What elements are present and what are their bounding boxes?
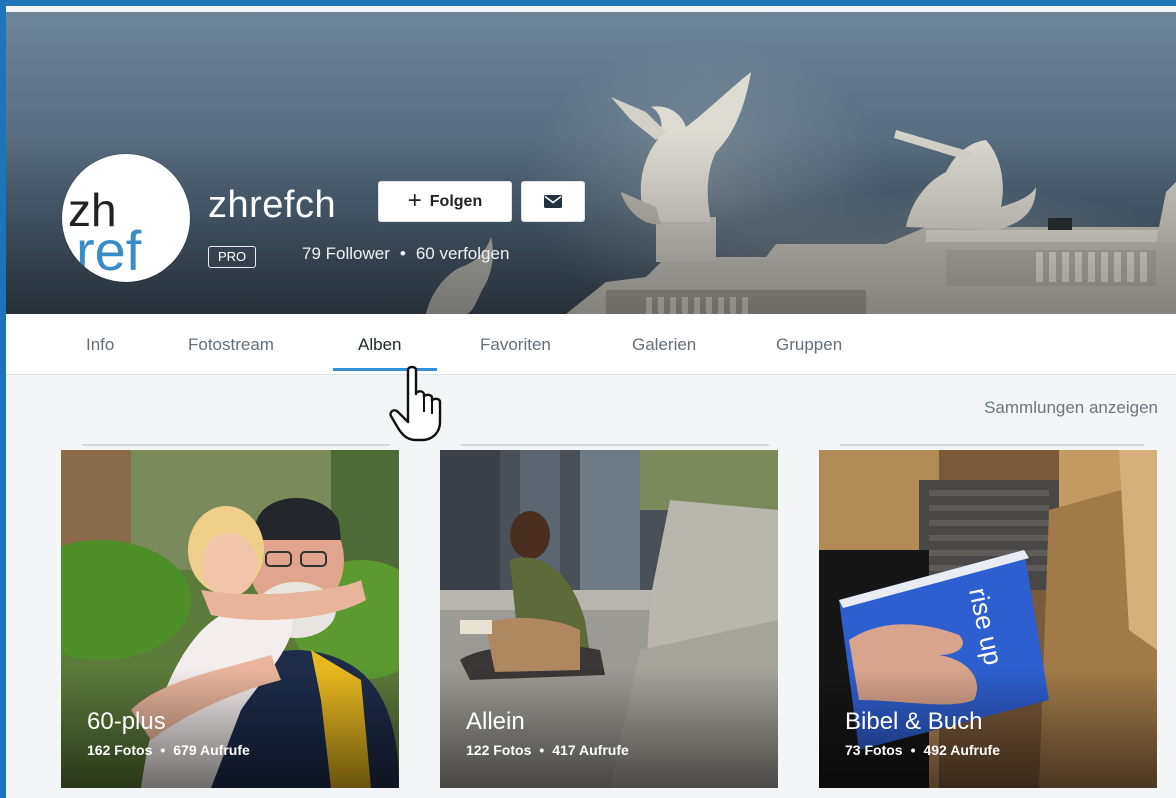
tab-favoriten[interactable]: Favoriten xyxy=(480,314,551,375)
show-collections-link[interactable]: Sammlungen anzeigen xyxy=(984,398,1158,418)
album-card-allein[interactable]: Allein 122 Fotos • 417 Aufrufe xyxy=(440,450,778,788)
message-button[interactable] xyxy=(521,181,585,222)
album-meta: 162 Fotos • 679 Aufrufe xyxy=(87,742,250,758)
album-stack-edge xyxy=(82,444,390,446)
profile-username: zhrefch xyxy=(208,184,337,226)
album-title: 60-plus xyxy=(87,708,166,735)
svg-text:ref: ref xyxy=(76,219,142,282)
tab-galerien[interactable]: Galerien xyxy=(632,314,696,375)
mail-icon xyxy=(544,195,562,208)
hand-cursor-icon xyxy=(389,365,442,442)
album-stack-edge xyxy=(461,444,769,446)
avatar-logo-icon: zh ref xyxy=(68,184,142,282)
album-title: Allein xyxy=(466,708,525,735)
album-photo-count: 122 Fotos xyxy=(466,742,532,758)
following-count[interactable]: 60 verfolgen xyxy=(416,244,510,263)
pro-badge: PRO xyxy=(208,246,257,268)
album-meta: 73 Fotos • 492 Aufrufe xyxy=(845,742,1000,758)
tab-gruppen[interactable]: Gruppen xyxy=(776,314,842,375)
album-card-60-plus[interactable]: 60-plus 162 Fotos • 679 Aufrufe xyxy=(61,450,399,788)
follow-button[interactable]: + Folgen xyxy=(378,181,512,222)
album-view-count: 417 Aufrufe xyxy=(552,742,629,758)
followers-count[interactable]: 79 Follower xyxy=(302,244,390,263)
profile-stats: 79 Follower • 60 verfolgen xyxy=(302,244,509,264)
plus-icon: + xyxy=(407,186,422,214)
profile-tabs: Info Fotostream Alben Favoriten Galerien… xyxy=(6,314,1176,375)
album-title: Bibel & Buch xyxy=(845,708,983,735)
album-view-count: 492 Aufrufe xyxy=(923,742,1000,758)
browser-frame: zh ref zhrefch + Folgen PRO 79 Follower •… xyxy=(0,0,1176,798)
album-photo-count: 162 Fotos xyxy=(87,742,153,758)
tab-fotostream[interactable]: Fotostream xyxy=(188,314,274,375)
album-photo-count: 73 Fotos xyxy=(845,742,903,758)
album-meta: 122 Fotos • 417 Aufrufe xyxy=(466,742,629,758)
stats-separator: • xyxy=(399,244,406,263)
follow-button-label: Folgen xyxy=(429,192,483,210)
profile-avatar[interactable]: zh ref xyxy=(62,154,190,282)
album-stack-edge xyxy=(840,444,1144,446)
album-card-bibel-buch[interactable]: rise up Bibel & Buch 73 Fotos • 492 Aufruf… xyxy=(819,450,1157,788)
album-view-count: 679 Aufrufe xyxy=(173,742,250,758)
tab-info[interactable]: Info xyxy=(86,314,114,375)
